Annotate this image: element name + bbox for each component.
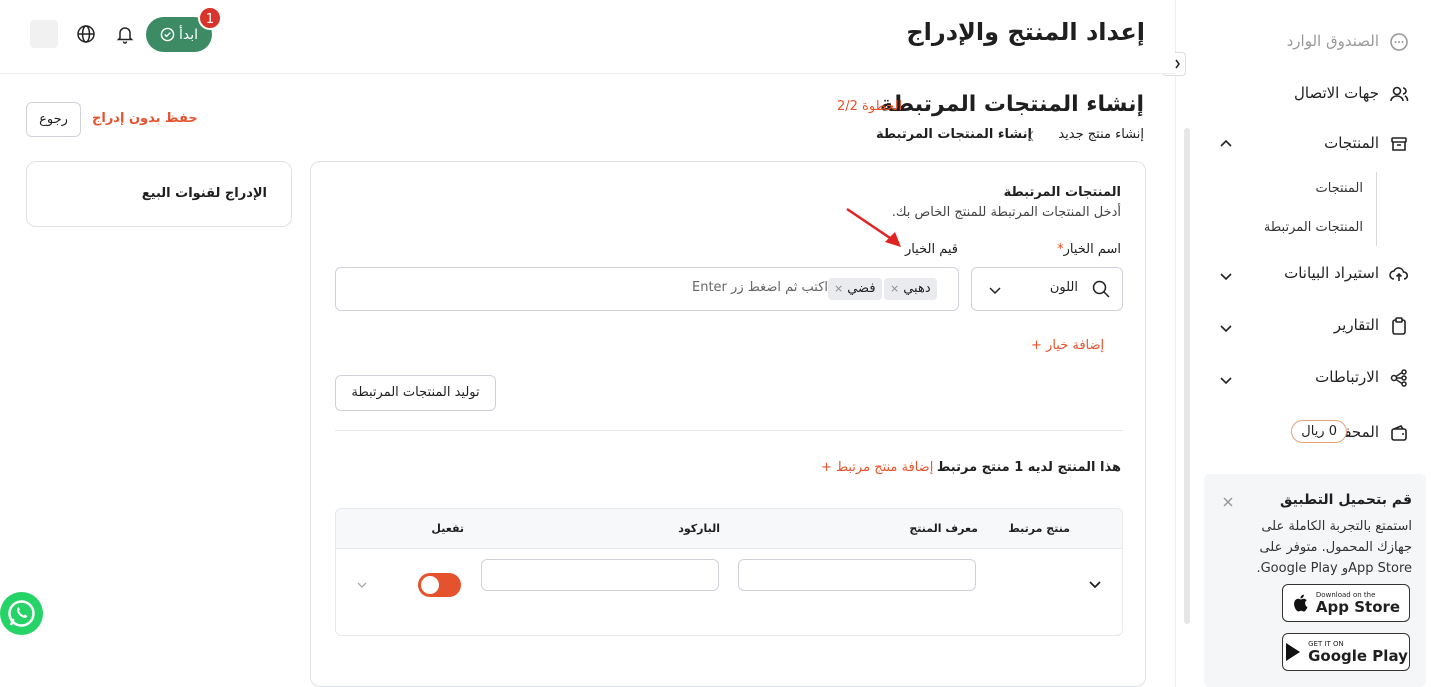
annotation-arrow-icon	[846, 207, 901, 247]
box-icon	[1391, 137, 1407, 151]
page-title: إعداد المنتج والإدراج	[906, 18, 1145, 46]
users-icon	[1390, 86, 1409, 102]
globe-icon[interactable]	[76, 24, 96, 44]
sidebar-scrollbar[interactable]	[1184, 128, 1190, 624]
chevron-down-icon[interactable]	[1088, 577, 1102, 591]
clipboard-icon	[1392, 317, 1406, 335]
bell-icon[interactable]	[115, 24, 135, 44]
back-button[interactable]: رجوع	[26, 102, 81, 137]
option-tag-label: فضي	[847, 281, 876, 296]
brand-logo[interactable]	[30, 20, 58, 48]
wallet-icon	[1391, 425, 1407, 441]
step-indicator: الخطوة 2/2	[837, 99, 903, 114]
top-bar: إعداد المنتج والإدراج ابدأ 1	[0, 0, 1175, 74]
option-tag-label: دهبي	[903, 281, 931, 296]
sidebar-item-integrations[interactable]: الارتباطات	[1315, 368, 1379, 386]
card-subtitle: أدخل المنتجات المرتبطة للمنتج الخاص بك.	[891, 205, 1121, 220]
sidebar-subitem-products[interactable]: المنتجات	[1315, 181, 1363, 196]
promo-title: قم بتحميل التطبيق	[1279, 492, 1412, 508]
add-option-link[interactable]: إضافة خيار +	[1031, 338, 1104, 353]
save-without-listing-link[interactable]: حفظ بدون إدراج	[92, 111, 198, 126]
share-nodes-icon	[1390, 369, 1407, 387]
chevron-down-icon	[989, 287, 1001, 295]
remove-tag-icon[interactable]: ×	[890, 282, 899, 295]
sales-channels-title: الإدراج لقنوات البيع	[141, 186, 267, 201]
play-icon	[1286, 643, 1301, 661]
app-download-promo: قم بتحميل التطبيق استمتع بالتجربة الكامل…	[1204, 474, 1426, 687]
sidebar-item-import[interactable]: استيراد البيانات	[1284, 264, 1379, 282]
active-toggle[interactable]	[418, 573, 461, 597]
option-values-input[interactable]: دهبي × فضي × اكتب ثم اضغط زر Enter	[335, 267, 959, 311]
column-related-product: منتج مرتبط	[1008, 522, 1070, 535]
chevron-down-icon[interactable]	[1218, 320, 1234, 336]
whatsapp-icon	[8, 600, 35, 627]
add-related-label: إضافة منتج مرتبط	[836, 460, 934, 475]
sidebar-subitem-related-products[interactable]: المنتجات المرتبطة	[1264, 220, 1363, 235]
product-id-input[interactable]	[738, 559, 976, 591]
app-store-button[interactable]: Download on the App Store	[1282, 584, 1410, 622]
selected-option-value: اللون	[1049, 280, 1078, 295]
whatsapp-button[interactable]	[0, 592, 43, 635]
sales-channels-card: الإدراج لقنوات البيع	[26, 161, 292, 227]
tag-input-placeholder: اكتب ثم اضغط زر Enter	[692, 280, 829, 295]
search-icon	[1092, 280, 1110, 298]
related-products-table: منتج مرتبط معرف المنتج الباركود تفعيل	[335, 508, 1123, 636]
wallet-balance-badge: 0 ريال	[1291, 420, 1347, 443]
add-related-product-link[interactable]: إضافة منتج مرتبط +	[821, 460, 933, 475]
option-tag[interactable]: دهبي ×	[884, 278, 937, 300]
breadcrumb-related-products: إنشاء المنتجات المرتبطة	[876, 127, 1032, 142]
section-title: إنشاء المنتجات المرتبطة	[880, 92, 1144, 117]
related-products-card: المنتجات المرتبطة أدخل المنتجات المرتبطة…	[310, 161, 1146, 687]
sidebar-item-contacts[interactable]: جهات الاتصال	[1294, 84, 1379, 102]
related-count-text: هذا المنتج لديه 1 منتج مرتبط	[936, 460, 1121, 475]
table-header: منتج مرتبط معرف المنتج الباركود تفعيل	[336, 509, 1122, 549]
plus-icon: +	[1031, 338, 1042, 353]
chevron-down-icon[interactable]	[1218, 372, 1234, 388]
option-tag[interactable]: فضي ×	[828, 278, 882, 300]
column-product-id: معرف المنتج	[909, 522, 978, 535]
check-circle-icon	[160, 27, 175, 42]
cloud-upload-icon	[1389, 267, 1409, 281]
start-button-label: ابدأ	[178, 26, 199, 43]
sidebar-item-products[interactable]: المنتجات	[1324, 134, 1379, 152]
option-name-label: اسم الخيار*	[1057, 242, 1121, 257]
app-store-big-text: App Store	[1315, 598, 1401, 616]
sidebar-item-reports[interactable]: التقارير	[1334, 316, 1379, 334]
promo-text: استمتع بالتجربة الكاملة على جهازك المحمو…	[1256, 519, 1412, 576]
column-active: تفعيل	[431, 522, 464, 535]
toggle-knob	[421, 576, 439, 594]
google-play-big-text: Google Play	[1308, 647, 1408, 665]
chevron-down-icon[interactable]	[1218, 268, 1234, 284]
barcode-input[interactable]	[481, 559, 719, 591]
generate-related-products-button[interactable]: توليد المنتجات المرتبطة	[335, 375, 496, 411]
remove-tag-icon[interactable]: ×	[834, 282, 843, 295]
card-title: المنتجات المرتبطة	[1003, 185, 1121, 200]
plus-icon: +	[821, 460, 832, 475]
sidebar-item-inbox[interactable]: الصندوق الوارد	[1287, 32, 1379, 50]
chevron-down-icon[interactable]	[356, 579, 368, 591]
breadcrumb-new-product[interactable]: إنشاء منتج جديد	[1058, 127, 1144, 142]
chat-bubble-icon	[1390, 33, 1408, 51]
section-divider	[335, 430, 1123, 431]
option-name-text: اسم الخيار	[1063, 242, 1121, 257]
close-icon[interactable]	[1222, 496, 1234, 508]
google-play-button[interactable]: GET IT ON Google Play	[1282, 633, 1410, 671]
option-values-label: قيم الخيار	[904, 242, 958, 257]
submenu-line	[1376, 172, 1377, 246]
chevron-up-icon[interactable]	[1218, 136, 1234, 152]
add-option-label: إضافة خيار	[1046, 338, 1105, 353]
apple-icon	[1294, 594, 1308, 612]
option-name-select[interactable]: اللون	[971, 267, 1123, 311]
notification-count-badge: 1	[198, 6, 222, 30]
column-barcode: الباركود	[678, 522, 720, 535]
sidebar: الصندوق الوارد جهات الاتصال المنتجات الم…	[1175, 0, 1431, 687]
